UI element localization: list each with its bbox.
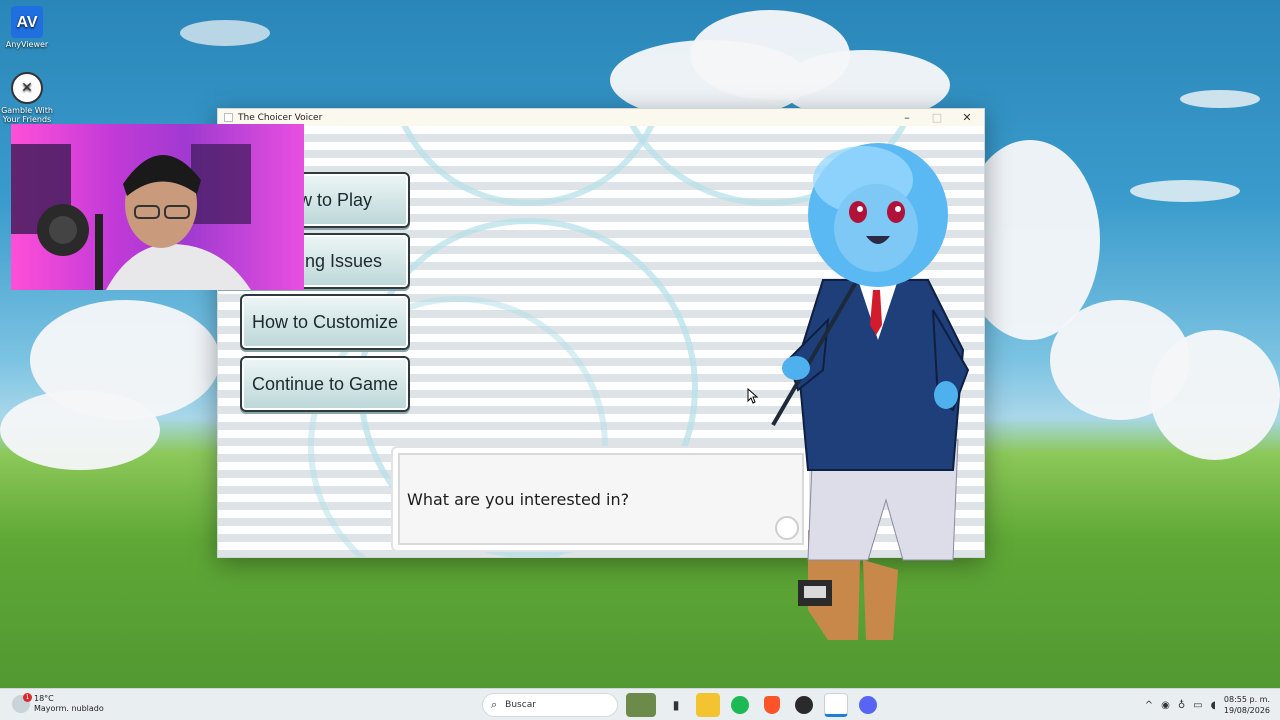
- taskbar-search[interactable]: ⌕ Buscar: [482, 693, 618, 717]
- weather-desc: Mayorm. nublado: [34, 704, 104, 713]
- search-placeholder: Buscar: [505, 700, 536, 710]
- button-label: w to Play: [298, 189, 372, 210]
- how-to-customize-button[interactable]: How to Customize: [240, 294, 410, 350]
- battery-icon[interactable]: ▭: [1193, 700, 1202, 711]
- discord-icon[interactable]: [856, 693, 880, 717]
- webcam-overlay: [11, 124, 304, 290]
- streamer-webcam-image: [11, 144, 251, 290]
- system-tray: ^ ◉ ♁ ▭ ◖ 08:55 p. m. 19/08/2026: [1145, 692, 1270, 718]
- taskbar: 1 18°C Mayorm. nublado ⌕ Buscar ▮ ^ ◉ ♁ …: [0, 688, 1280, 720]
- cloud-weather-icon: 1: [12, 693, 32, 713]
- minimize-button[interactable]: –: [892, 109, 922, 126]
- notepad-icon[interactable]: [824, 693, 848, 717]
- button-label: Continue to Game: [251, 373, 399, 394]
- clock[interactable]: 08:55 p. m. 19/08/2026: [1224, 694, 1270, 716]
- file-explorer-icon[interactable]: [696, 693, 720, 717]
- taskbar-center: ⌕ Buscar ▮: [452, 692, 880, 718]
- desktop-icon-gamble[interactable]: ✕ Gamble With Your Friends: [0, 72, 54, 124]
- volume-icon[interactable]: ◖: [1211, 700, 1216, 711]
- desert-wallpaper-icon[interactable]: [626, 693, 656, 717]
- decorative-ring: [388, 126, 668, 206]
- maximize-button[interactable]: □: [922, 109, 952, 126]
- clock-time: 08:55 p. m.: [1223, 695, 1270, 704]
- desktop-icon-label: AnyViewer: [5, 40, 49, 49]
- mouse-cursor-icon: [747, 388, 759, 404]
- app-icon: [224, 113, 233, 122]
- gamble-game-icon: ✕: [11, 72, 43, 104]
- weather-widget[interactable]: 1 18°C Mayorm. nublado: [12, 693, 104, 714]
- window-title: The Choicer Voicer: [238, 112, 323, 123]
- network-icon[interactable]: ◉: [1161, 700, 1170, 711]
- window-titlebar[interactable]: The Choicer Voicer – □ ✕: [218, 109, 984, 126]
- notification-badge: 1: [23, 693, 32, 702]
- button-label: How to Customize: [251, 311, 399, 332]
- host-character: [771, 143, 970, 640]
- terminal-icon[interactable]: ▮: [664, 693, 688, 717]
- desktop-icon-anyviewer[interactable]: AV AnyViewer: [0, 6, 54, 49]
- weather-temp: 18°C: [34, 694, 54, 703]
- close-button[interactable]: ✕: [952, 109, 982, 126]
- dialog-text: What are you interested in?: [407, 490, 630, 509]
- clock-date: 19/08/2026: [1223, 706, 1270, 715]
- windows-start-icon[interactable]: [452, 694, 474, 716]
- continue-to-game-button[interactable]: Continue to Game: [240, 356, 410, 412]
- microphone-icon[interactable]: ♁: [1178, 700, 1185, 711]
- desktop-icon-label: Gamble With Your Friends: [1, 106, 53, 124]
- spotify-icon[interactable]: [728, 693, 752, 717]
- dialog-box[interactable]: What are you interested in?: [391, 446, 811, 552]
- brave-icon[interactable]: [760, 693, 784, 717]
- anyviewer-icon: AV: [11, 6, 43, 38]
- button-label: ing Issues: [300, 250, 382, 271]
- chevron-up-icon[interactable]: ^: [1145, 700, 1153, 711]
- obs-icon[interactable]: [792, 693, 816, 717]
- search-icon: ⌕: [491, 698, 498, 711]
